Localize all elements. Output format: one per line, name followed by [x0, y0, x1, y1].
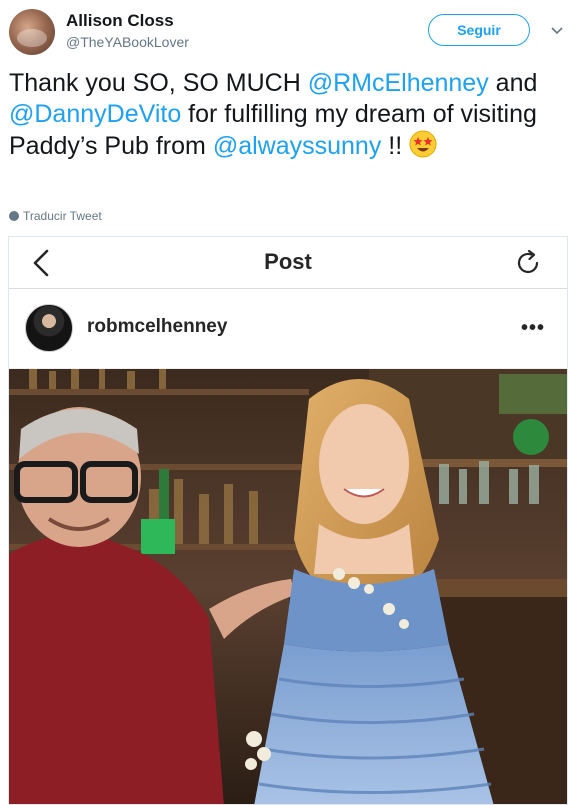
mention-link[interactable]: @alwayssunny — [213, 132, 382, 160]
author-handle[interactable]: @TheYABookLover — [66, 34, 189, 50]
follow-button[interactable]: Seguir — [428, 14, 530, 46]
author-name[interactable]: Allison Closs — [66, 11, 174, 31]
embedded-instagram-screenshot[interactable]: Post robmcelhenney ••• — [8, 236, 568, 805]
mention-link[interactable]: @DannyDeVito — [9, 100, 181, 128]
instagram-avatar[interactable] — [25, 304, 73, 352]
star-struck-emoji-icon — [409, 130, 437, 158]
mention-link[interactable]: @RMcElhenney — [308, 69, 489, 97]
tweet-text-part: and — [488, 69, 538, 97]
tweet-text-part: !! — [381, 132, 410, 160]
tweet-text-part: Thank you SO, SO MUCH — [9, 69, 308, 97]
tweet-text: Thank you SO, SO MUCH @RMcElhenney and @… — [9, 68, 569, 162]
instagram-username[interactable]: robmcelhenney — [87, 316, 227, 338]
instagram-header: Post — [9, 237, 567, 289]
instagram-page-title: Post — [264, 249, 312, 274]
refresh-icon[interactable] — [513, 247, 543, 279]
author-avatar[interactable] — [9, 9, 55, 55]
more-options-icon[interactable]: ••• — [521, 317, 545, 340]
post-photo[interactable] — [9, 369, 568, 805]
chevron-down-icon[interactable] — [550, 24, 564, 38]
globe-icon — [9, 211, 19, 221]
instagram-post-header: robmcelhenney ••• — [9, 289, 567, 369]
translate-label: Traducir Tweet — [23, 209, 102, 223]
translate-tweet-link[interactable]: Traducir Tweet — [9, 209, 102, 223]
